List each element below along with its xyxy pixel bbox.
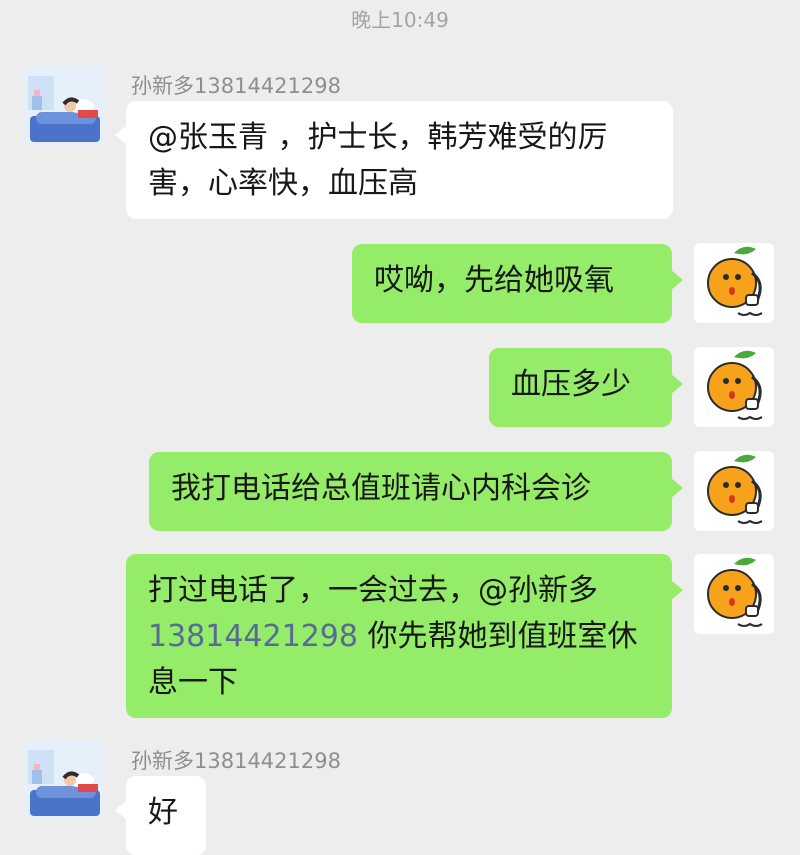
self-avatar[interactable] bbox=[694, 243, 774, 323]
incoming-message-bubble[interactable]: 好 bbox=[115, 776, 206, 855]
orange-phone-sticker-icon bbox=[694, 554, 774, 634]
message-text-before: 打过电话了，一会过去，@孙新多 bbox=[148, 573, 598, 608]
self-avatar[interactable] bbox=[694, 554, 774, 634]
timestamp: 晚上10:49 bbox=[351, 8, 449, 32]
message-text: @张玉青 ，护士长，韩芳难受的厉害，心率快，血压高 bbox=[148, 120, 608, 201]
message-text: 哎呦，先给她吸氧 bbox=[374, 263, 614, 298]
message-text: 好 bbox=[148, 795, 178, 830]
sleeping-person-illustration-icon bbox=[24, 740, 104, 820]
sleeping-person-illustration-icon bbox=[24, 66, 104, 146]
self-avatar[interactable] bbox=[694, 347, 774, 427]
contact-avatar[interactable] bbox=[24, 740, 104, 820]
outgoing-message-bubble[interactable]: 我打电话给总值班请心内科会诊 bbox=[149, 452, 683, 531]
contact-avatar[interactable] bbox=[24, 66, 104, 146]
sender-name: 孙新多13814421298 bbox=[131, 74, 341, 98]
sender-name: 孙新多13814421298 bbox=[131, 749, 341, 773]
phone-number-link[interactable]: 13814421298 bbox=[148, 619, 358, 654]
orange-phone-sticker-icon bbox=[694, 243, 774, 323]
outgoing-message-bubble[interactable]: 血压多少 bbox=[489, 348, 683, 427]
orange-phone-sticker-icon bbox=[694, 451, 774, 531]
message-text: 我打电话给总值班请心内科会诊 bbox=[171, 471, 591, 506]
orange-phone-sticker-icon bbox=[694, 347, 774, 427]
outgoing-message-bubble[interactable]: 打过电话了，一会过去，@孙新多13814421298 你先帮她到值班室休息一下 bbox=[126, 554, 683, 718]
self-avatar[interactable] bbox=[694, 451, 774, 531]
outgoing-message-bubble[interactable]: 哎呦，先给她吸氧 bbox=[352, 244, 683, 323]
incoming-message-bubble[interactable]: @张玉青 ，护士长，韩芳难受的厉害，心率快，血压高 bbox=[115, 101, 673, 219]
message-text: 血压多少 bbox=[511, 367, 631, 402]
